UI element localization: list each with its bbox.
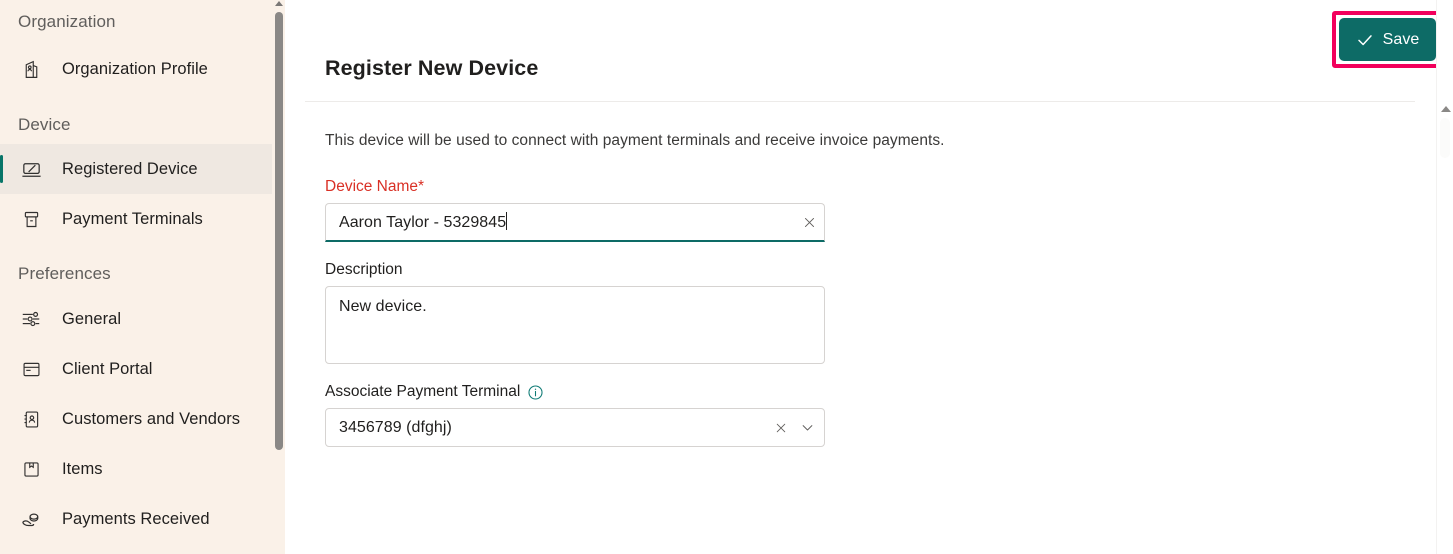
sidebar-item-label: Items <box>62 459 103 478</box>
sidebar-item-payment-terminals[interactable]: Payment Terminals <box>0 194 285 244</box>
sliders-icon <box>18 306 44 332</box>
clear-icon[interactable] <box>766 410 796 446</box>
hand-coin-icon <box>18 506 44 532</box>
sidebar-scrollbar[interactable] <box>272 0 285 554</box>
sidebar-item-registered-device[interactable]: Registered Device <box>0 144 285 194</box>
registered-device-icon <box>18 156 44 182</box>
scroll-up-arrow-icon[interactable] <box>275 1 283 6</box>
text-cursor <box>506 212 508 230</box>
sidebar-section-organization: Organization <box>18 12 116 31</box>
description-label: Description <box>325 261 403 278</box>
info-icon[interactable] <box>527 384 544 401</box>
sidebar-scrollbar-thumb[interactable] <box>275 12 283 450</box>
sidebar-item-items[interactable]: Items <box>0 444 285 494</box>
form-intro-text: This device will be used to connect with… <box>325 132 945 149</box>
payment-terminal-select[interactable]: 3456789 (dfghj) <box>325 408 825 447</box>
sidebar-item-label: Payment Terminals <box>62 209 203 228</box>
field-payment-terminal: Associate Payment Terminal 3456789 (dfgh… <box>325 383 1453 447</box>
sidebar-item-general[interactable]: General <box>0 294 285 344</box>
device-name-value: Aaron Taylor - 5329845 <box>339 214 507 231</box>
check-icon <box>1356 31 1374 49</box>
sidebar-section-preferences: Preferences <box>18 264 111 283</box>
main-scrollbar-thumb[interactable] <box>1440 118 1450 158</box>
app-root: Organization Organization Profile Device <box>0 0 1453 554</box>
browser-window-icon <box>18 356 44 382</box>
description-value: New device. <box>339 298 427 315</box>
page-title: Register New Device <box>325 56 539 80</box>
organization-profile-icon <box>18 56 44 82</box>
register-device-form: This device will be used to connect with… <box>285 102 1453 447</box>
sidebar-item-customers-and-vendors[interactable]: Customers and Vendors <box>0 394 285 444</box>
chevron-down-icon[interactable] <box>796 410 824 446</box>
sidebar-section-device: Device <box>18 115 71 134</box>
sidebar-item-payments-received[interactable]: Payments Received <box>0 494 285 544</box>
payment-terminal-label-text: Associate Payment Terminal <box>325 383 521 400</box>
save-button[interactable]: Save <box>1339 18 1436 61</box>
main-content: Register New Device Save This device wil… <box>285 0 1453 554</box>
device-name-input[interactable]: Aaron Taylor - 5329845 <box>325 203 825 242</box>
page-header: Register New Device <box>305 0 1415 102</box>
payment-terminal-icon <box>18 206 44 232</box>
save-button-label: Save <box>1382 30 1420 48</box>
sidebar: Organization Organization Profile Device <box>0 0 285 554</box>
sidebar-item-label: Registered Device <box>62 159 198 178</box>
field-device-name: Device Name* Aaron Taylor - 5329845 <box>325 178 1453 242</box>
description-textarea[interactable]: New device. <box>325 286 825 364</box>
clear-icon[interactable] <box>794 204 824 240</box>
sidebar-item-label: General <box>62 309 122 328</box>
sidebar-item-label: Payments Received <box>62 509 210 528</box>
main-scrollbar[interactable] <box>1436 0 1453 554</box>
box-icon <box>18 456 44 482</box>
sidebar-item-label: Client Portal <box>62 359 153 378</box>
field-description: Description New device. <box>325 261 1453 364</box>
save-button-highlight: Save <box>1332 11 1443 68</box>
scroll-up-arrow-icon[interactable] <box>1441 106 1451 112</box>
sidebar-item-organization-profile[interactable]: Organization Profile <box>0 44 285 94</box>
sidebar-item-client-portal[interactable]: Client Portal <box>0 344 285 394</box>
sidebar-item-label: Customers and Vendors <box>62 409 241 428</box>
address-book-icon <box>18 406 44 432</box>
payment-terminal-value: 3456789 (dfghj) <box>339 418 452 436</box>
payment-terminal-label: Associate Payment Terminal <box>325 383 1453 401</box>
sidebar-item-label: Organization Profile <box>62 59 208 78</box>
device-name-label: Device Name* <box>325 178 425 195</box>
